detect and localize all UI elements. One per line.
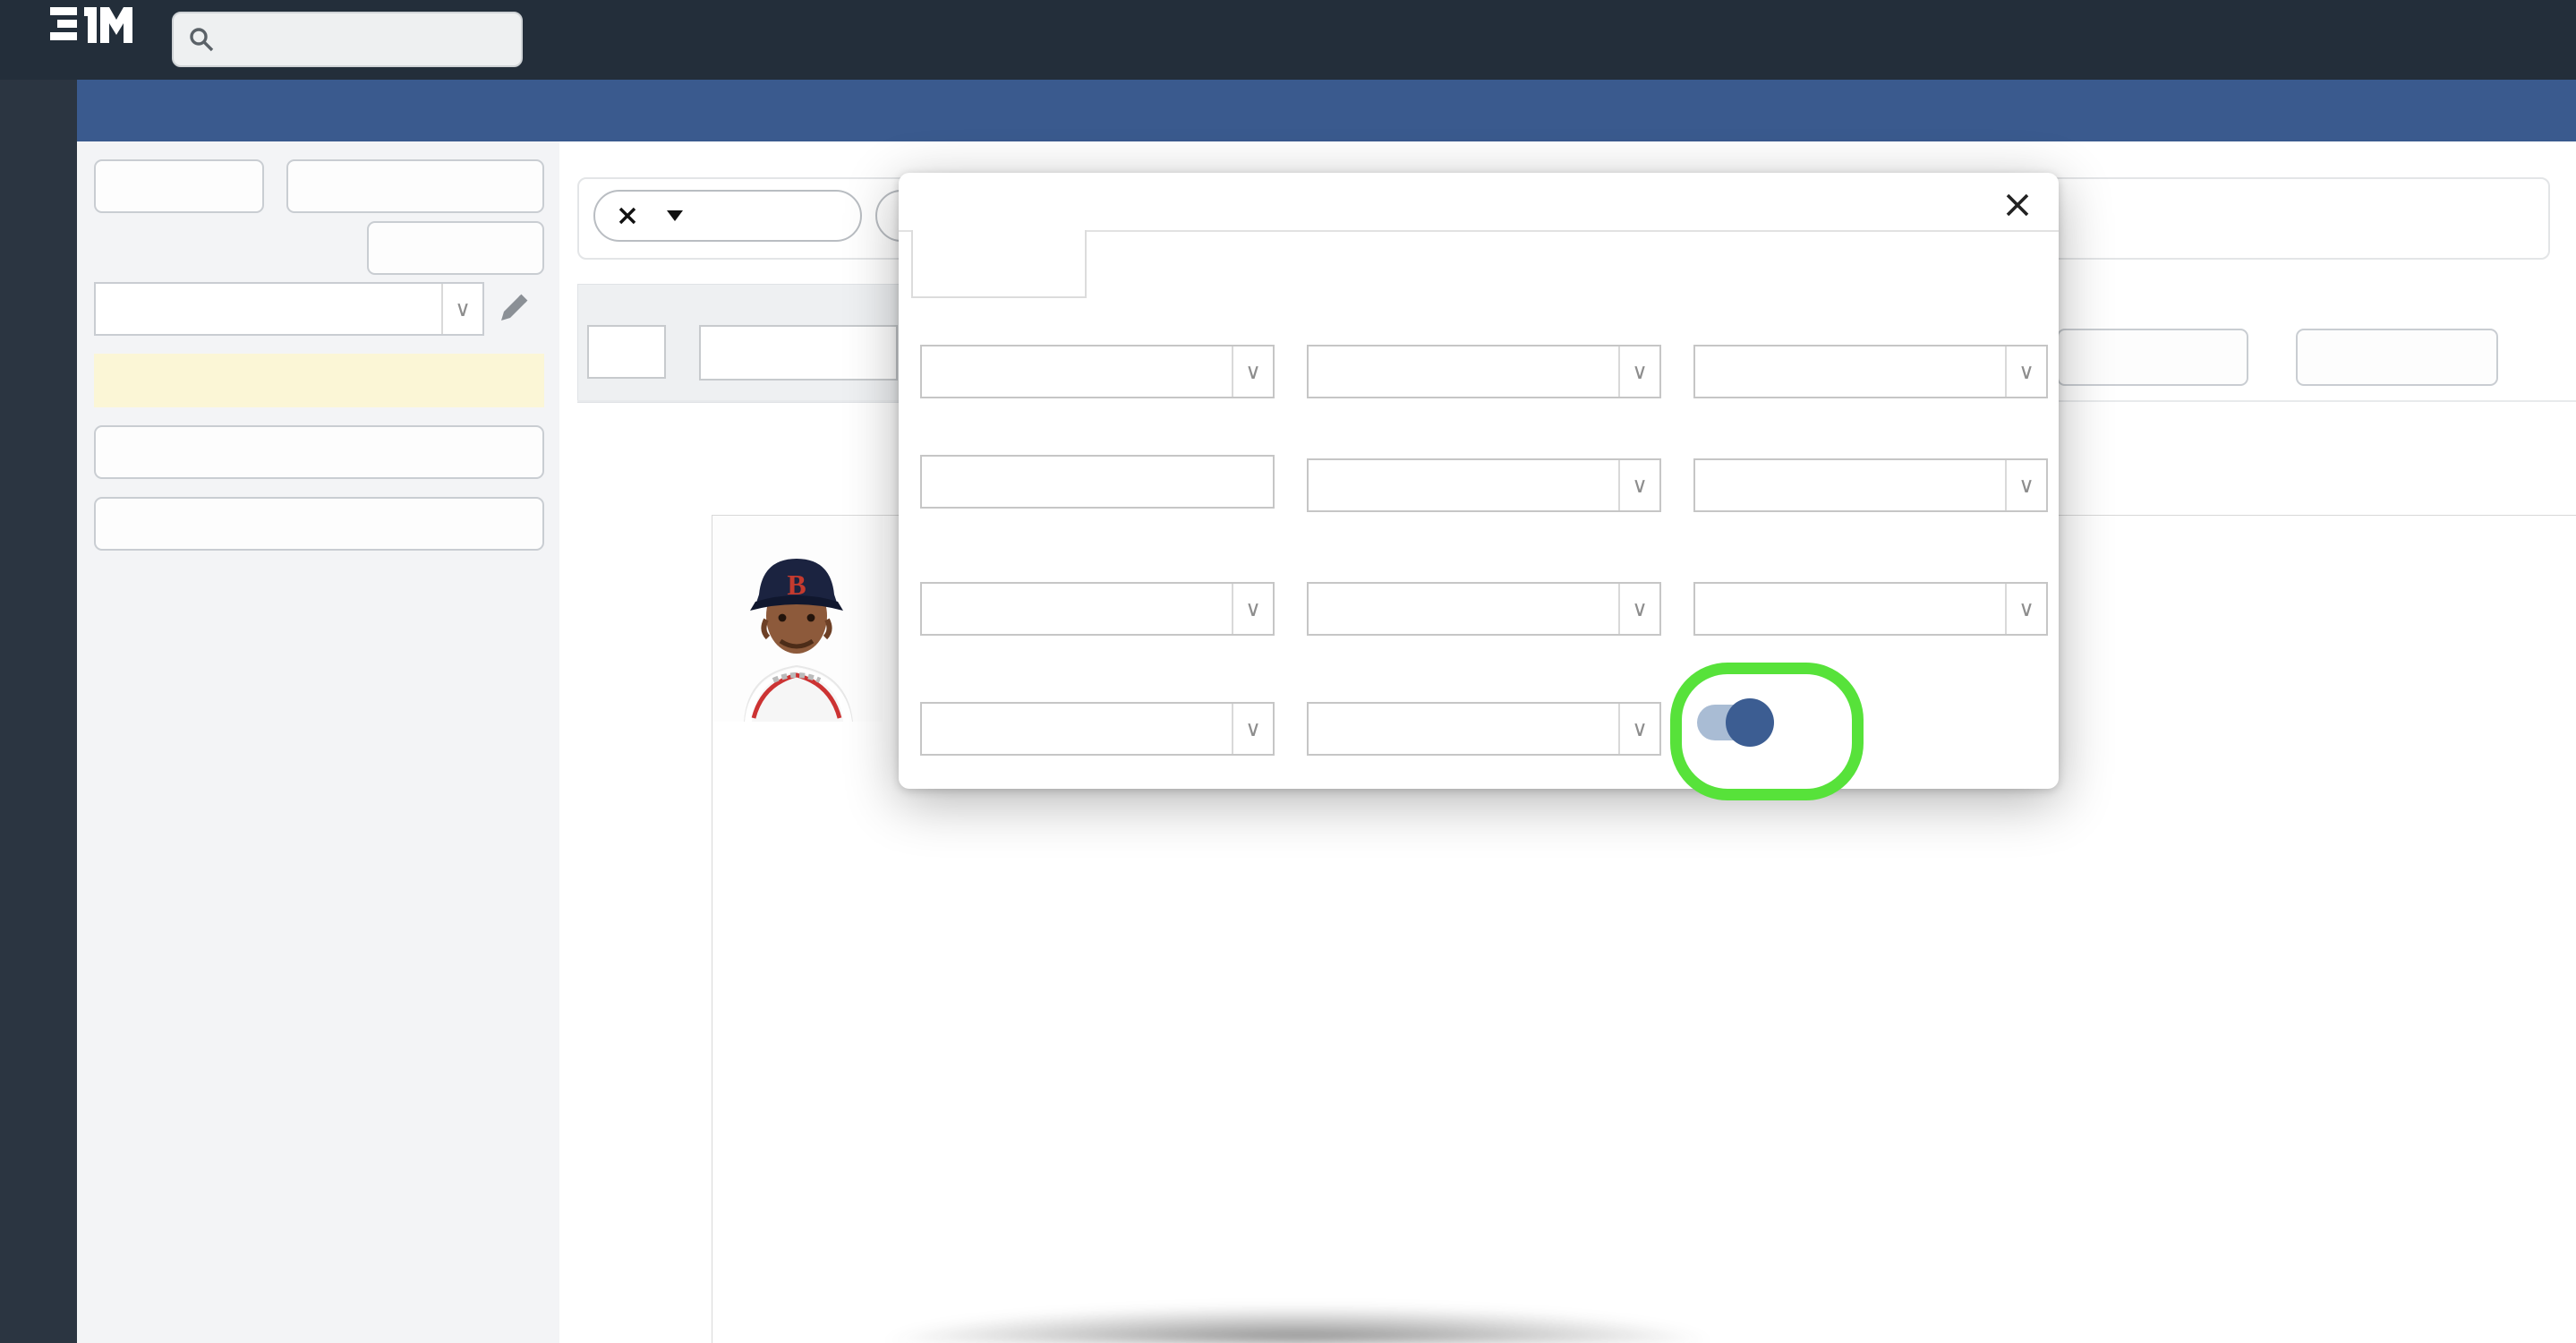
page-title-input[interactable] xyxy=(920,455,1275,509)
player-handedness-color-r-select[interactable] xyxy=(920,702,1275,756)
chevron-down-icon xyxy=(2005,346,2046,397)
page-number-input[interactable] xyxy=(587,325,666,379)
tab-page-settings[interactable] xyxy=(911,230,1087,298)
select-value xyxy=(1695,584,2005,634)
trumedia-mark-icon xyxy=(50,7,132,43)
select-value xyxy=(1309,460,1618,510)
print-filters-toggle[interactable] xyxy=(1697,698,1774,747)
player-handedness-color-s-select[interactable] xyxy=(1307,702,1661,756)
player-description-alignment-select[interactable] xyxy=(1307,345,1661,398)
search-input[interactable] xyxy=(172,12,523,67)
select-value xyxy=(1309,584,1618,634)
title-background-color-select[interactable] xyxy=(1693,458,2048,512)
page-name-input[interactable] xyxy=(699,325,898,381)
top-navbar xyxy=(0,0,2576,80)
save-template-button[interactable] xyxy=(2057,329,2248,386)
edit-pencil-icon[interactable] xyxy=(496,290,532,326)
chevron-down-icon xyxy=(1618,584,1659,634)
chevron-down-icon xyxy=(441,284,482,334)
left-icon-rail xyxy=(0,80,77,1343)
add-new-page-from-template-button[interactable] xyxy=(94,497,544,551)
select-value xyxy=(922,346,1232,397)
report-page-select[interactable] xyxy=(94,282,484,336)
chevron-down-icon xyxy=(1618,346,1659,397)
player-handedness-color-l-select[interactable] xyxy=(1693,582,2048,636)
page-bottom-shadow xyxy=(877,1305,1719,1343)
new-from-template-button[interactable] xyxy=(286,159,544,213)
title-font-size-select[interactable] xyxy=(920,582,1275,636)
active-page-row[interactable] xyxy=(94,354,544,407)
report-panel xyxy=(77,141,559,1343)
title-horizontal-alignment-select[interactable] xyxy=(1307,582,1661,636)
app-window: B xyxy=(0,0,2576,1343)
chevron-down-icon xyxy=(2005,584,2046,634)
chevron-down-icon xyxy=(1618,704,1659,754)
select-value xyxy=(922,704,1232,754)
select-value xyxy=(1309,704,1618,754)
list-templates-button[interactable] xyxy=(2296,329,2498,386)
remove-filter-icon[interactable] xyxy=(617,205,638,227)
report-header-band xyxy=(77,80,2576,141)
settings-modal xyxy=(899,173,2059,789)
filter-chip-game-type[interactable] xyxy=(593,190,862,242)
chevron-down-icon xyxy=(2005,460,2046,510)
chevron-down-icon xyxy=(1618,460,1659,510)
select-value xyxy=(1309,346,1618,397)
chevron-down-icon xyxy=(1232,704,1273,754)
toggle-knob xyxy=(1726,698,1774,747)
caret-down-icon xyxy=(667,210,683,221)
copy-report-button[interactable] xyxy=(367,221,544,275)
close-icon[interactable] xyxy=(2000,187,2035,223)
select-value xyxy=(1695,460,2005,510)
player-description-format-select[interactable] xyxy=(920,345,1275,398)
title-text-color-select[interactable] xyxy=(1307,458,1661,512)
chevron-down-icon xyxy=(1232,346,1273,397)
report-page-select-value xyxy=(96,284,441,334)
player-description-font-size-select[interactable] xyxy=(1693,345,2048,398)
player-headshot: B xyxy=(712,516,883,722)
trumedia-logo[interactable] xyxy=(7,2,168,79)
select-value xyxy=(922,584,1232,634)
select-value xyxy=(1695,346,2005,397)
search-icon xyxy=(190,28,214,52)
svg-text:B: B xyxy=(787,569,806,601)
add-new-page-button[interactable] xyxy=(94,425,544,479)
chevron-down-icon xyxy=(1232,584,1273,634)
new-report-button[interactable] xyxy=(94,159,264,213)
